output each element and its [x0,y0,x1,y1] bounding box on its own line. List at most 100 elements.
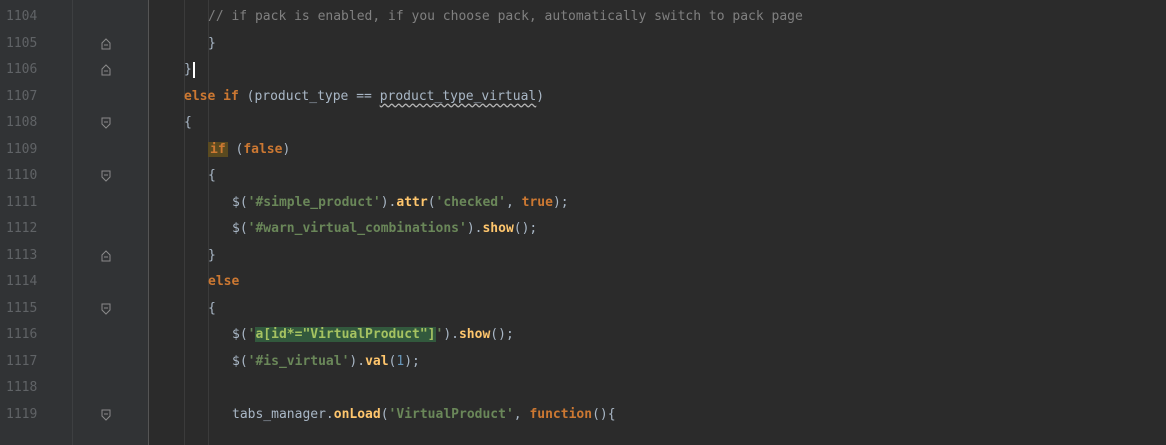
code-token: ). [466,221,483,236]
code-text[interactable]: } [184,57,195,83]
code-line[interactable]: 1110 { [0,163,1166,189]
code-token: (product_type == [238,88,380,104]
code-text[interactable]: else if (product_type == product_type_vi… [184,84,544,110]
code-token: $( [232,327,248,342]
code-token: (){ [592,406,616,422]
code-token: ( [380,406,389,422]
fold-open-icon[interactable] [100,302,114,316]
code-line[interactable]: 1107 else if (product_type == product_typ… [0,84,1166,110]
code-token: a[id*="VirtualProduct"] [255,327,436,342]
line-number: 1106 [6,62,38,77]
code-token: true [521,194,553,210]
code-token: $( [232,194,248,210]
line-number: 1116 [6,327,38,342]
code-token: ). [443,327,459,342]
line-number: 1113 [6,247,38,263]
code-token: { [184,115,192,130]
line-number: 1117 [6,353,38,369]
code-line[interactable]: 1113} [0,243,1166,269]
code-line[interactable]: 1119 tabs_manager.onLoad('VirtualProduct'… [0,402,1166,428]
code-token: } [184,62,192,77]
fold-end-icon[interactable] [100,63,114,77]
code-text[interactable]: // if pack is enabled, if you choose pac… [208,4,803,30]
code-token: function [529,406,593,422]
line-number: 1112 [6,221,38,236]
code-token: val [365,353,389,369]
code-text[interactable]: $('a[id*="VirtualProduct"]').show(); [232,322,514,348]
fold-open-icon[interactable] [100,169,114,183]
code-line[interactable]: 1106} [0,57,1166,83]
fold-end-icon[interactable] [100,249,114,263]
code-token: if [208,141,228,157]
code-token: { [208,300,216,316]
code-line[interactable]: 1116 $('a[id*="VirtualProduct"]').show(); [0,322,1166,348]
line-number: 1111 [6,194,38,210]
line-number: 1114 [6,274,38,289]
line-number: 1108 [6,115,38,130]
code-token: else [208,274,240,289]
code-text[interactable]: $('#simple_product').attr('checked', tru… [232,190,569,216]
code-token: $( [232,353,248,369]
fold-end-icon[interactable] [100,37,114,51]
code-token: attr [396,194,428,210]
line-number: 1118 [6,380,38,395]
code-line[interactable]: 1111 $('#simple_product').attr('checked',… [0,190,1166,216]
code-token: } [208,35,216,51]
code-token: '#simple_product' [247,194,381,210]
code-token: '#warn_virtual_combinations' [247,221,467,236]
line-number: 1110 [6,168,38,183]
code-text[interactable]: $('#is_virtual').val(1); [232,349,420,375]
code-token: 'VirtualProduct' [388,406,514,422]
code-token: tabs_manager. [232,406,334,422]
code-token: } [208,247,216,263]
code-line[interactable]: 1115 { [0,296,1166,322]
code-line[interactable]: 1108 { [0,110,1166,136]
code-text[interactable]: { [208,163,216,189]
code-text[interactable]: if (false) [208,137,290,163]
code-editor[interactable]: 1104 // if pack is enabled, if you choose… [0,0,1166,445]
code-token: $( [232,221,248,236]
code-text[interactable]: $('#warn_virtual_combinations').show(); [232,216,537,242]
line-number: 1105 [6,35,38,51]
fold-open-icon[interactable] [100,116,114,130]
code-text[interactable]: else [208,269,239,295]
code-token: ). [349,353,366,369]
text-caret [192,61,195,78]
code-line[interactable]: 1114 else [0,269,1166,295]
code-token: (); [490,327,514,342]
code-token: ); [404,353,420,369]
code-token: ( [227,141,244,157]
fold-open-icon[interactable] [100,408,114,422]
code-token: product_type_virtual [379,88,537,104]
code-token: ( [427,194,436,210]
line-number: 1109 [6,141,38,157]
code-text[interactable]: tabs_manager.onLoad('VirtualProduct', fu… [232,402,616,428]
code-token: else if [184,88,239,104]
code-token: show [458,327,491,342]
code-token: '#is_virtual' [247,353,350,369]
line-number: 1107 [6,88,38,104]
code-text[interactable]: { [208,296,216,322]
code-token: show [482,221,514,236]
code-line[interactable]: 1105} [0,31,1166,57]
code-line[interactable]: 1118 [0,375,1166,401]
code-text[interactable]: } [208,243,216,269]
code-text[interactable]: { [184,110,192,136]
code-token: ) [536,88,545,104]
code-token: ). [380,194,397,210]
code-text[interactable]: } [208,31,216,57]
code-token: , [505,194,522,210]
line-number: 1104 [6,9,38,24]
code-line[interactable]: 1117 $('#is_virtual').val(1); [0,349,1166,375]
code-line[interactable]: 1109 if (false) [0,137,1166,163]
code-line[interactable]: 1104 // if pack is enabled, if you choose… [0,4,1166,30]
code-token: ); [552,194,569,210]
code-token: { [208,168,216,183]
code-token: false [243,141,283,157]
code-token: 'checked' [435,194,506,210]
code-token: onLoad [333,406,381,422]
code-line[interactable]: 1112 $('#warn_virtual_combinations').show… [0,216,1166,242]
line-number: 1115 [6,300,38,316]
code-token: , [513,406,530,422]
code-token: ) [282,141,291,157]
